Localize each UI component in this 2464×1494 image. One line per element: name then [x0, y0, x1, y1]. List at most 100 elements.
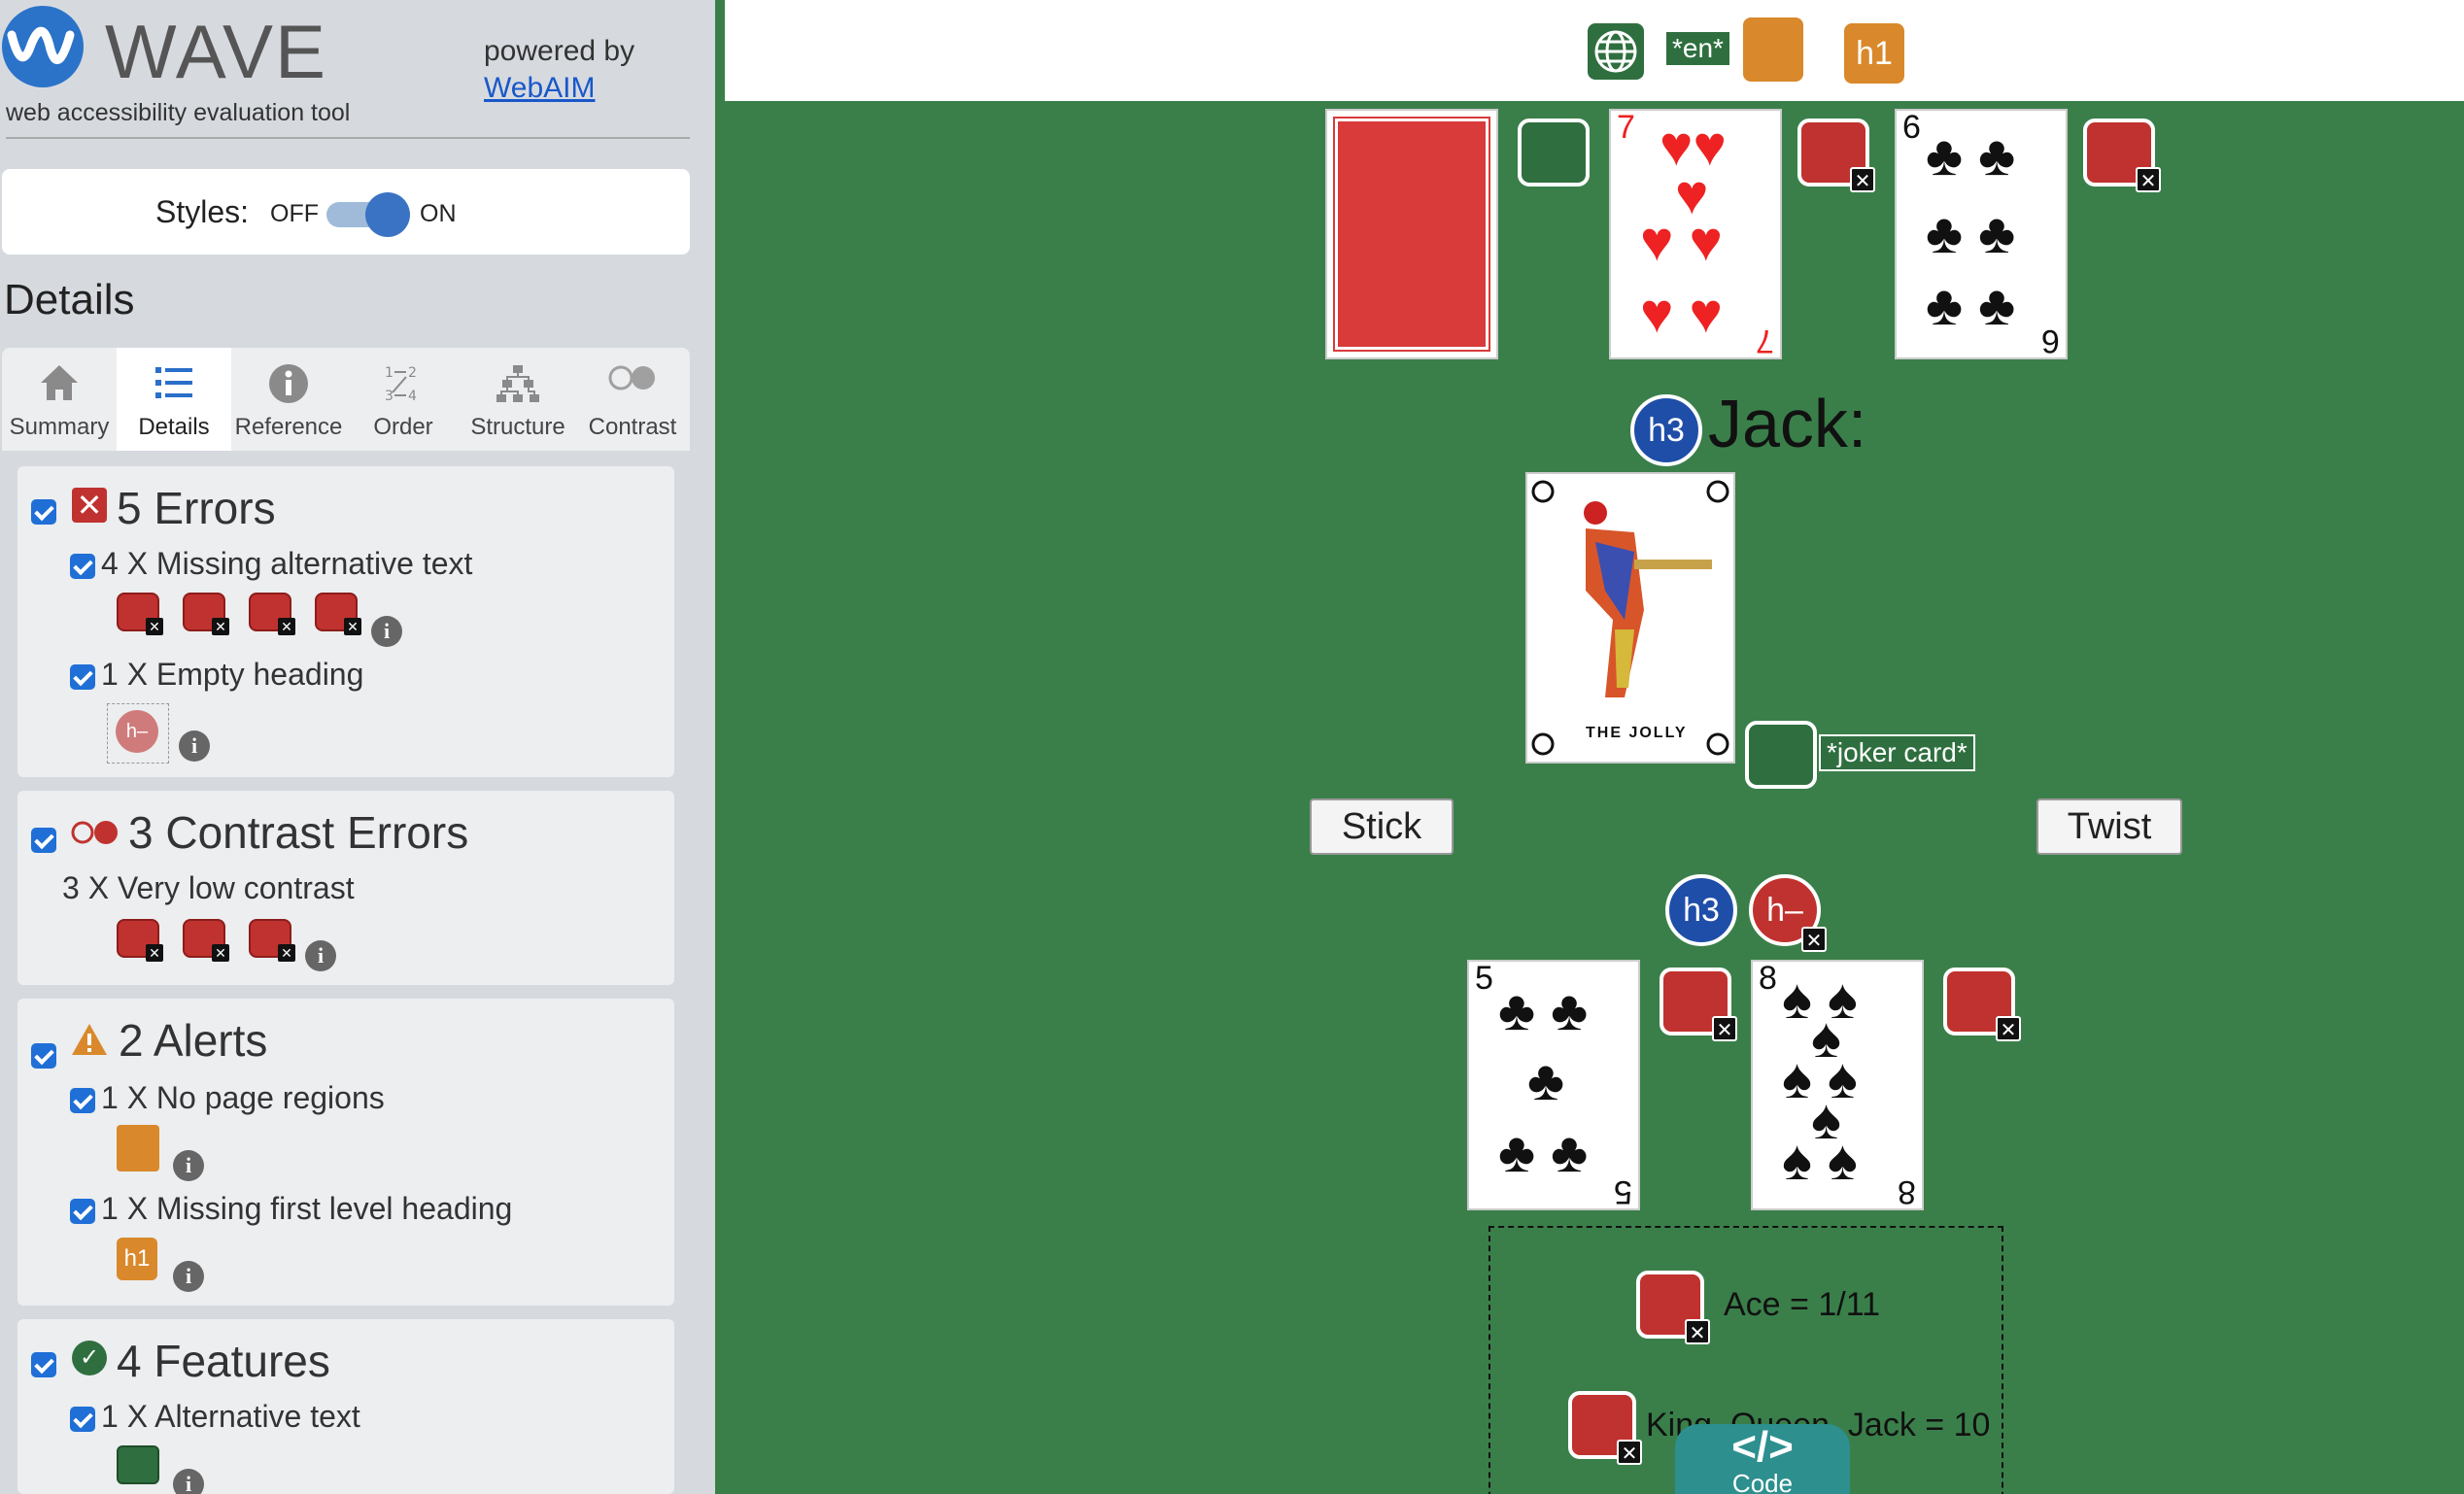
language-tag[interactable]: *en* — [1663, 29, 1732, 68]
info-icon[interactable]: i — [371, 616, 402, 647]
h3-icon[interactable]: h3 — [1630, 394, 1702, 466]
tab-reference-label: Reference — [234, 414, 343, 440]
dealer-card-1: 7 ♥♥ ♥ ♥ ♥ ♥ ♥ 7 — [1609, 109, 1782, 359]
language-globe-icon[interactable] — [1584, 19, 1648, 84]
empty-heading-icon[interactable]: h– — [107, 703, 169, 764]
twist-button[interactable]: Twist — [2036, 798, 2182, 855]
dealer-card-2: 6 ♣ ♣ ♣ ♣ ♣ ♣ 6 — [1895, 109, 2068, 359]
alt-text-icon[interactable] — [117, 1445, 159, 1484]
tab-structure[interactable]: Structure — [461, 348, 575, 451]
order-icon: 1 23 4 — [385, 365, 417, 404]
code-label: Code — [1731, 1469, 1794, 1494]
alt-text-feature-icon[interactable] — [1745, 721, 1817, 789]
tab-reference[interactable]: Reference — [231, 348, 346, 451]
card-rank: 7 — [1617, 109, 1635, 146]
empty-heading-icon[interactable]: h– ✕ — [1749, 874, 1827, 952]
feature-check-icon: ✓ — [72, 1341, 107, 1375]
contrast-checkbox[interactable] — [31, 828, 56, 853]
no-regions-checkbox[interactable] — [70, 1088, 95, 1113]
webaim-link[interactable]: WebAIM — [484, 72, 595, 104]
dealer-heading: Jack: — [1708, 386, 1867, 461]
errors-checkbox[interactable] — [31, 499, 56, 525]
missing-h1-item[interactable]: 1 X Missing first level heading — [101, 1191, 512, 1227]
alt-text-feature-icon[interactable] — [1518, 119, 1590, 187]
tab-details-label: Details — [138, 414, 210, 440]
error-x-icon: ✕ — [72, 488, 107, 523]
wave-subtitle: web accessibility evaluation tool — [6, 99, 351, 126]
alt-text-checkbox[interactable] — [70, 1407, 95, 1432]
alt-text-item[interactable]: 1 X Alternative text — [101, 1399, 360, 1435]
joker-alt-tag[interactable]: *joker card* — [1819, 734, 1975, 771]
missing-alt-icon[interactable]: ✕ — [315, 593, 361, 635]
tab-contrast-label: Contrast — [588, 414, 677, 440]
tab-summary-label: Summary — [9, 414, 110, 440]
info-icon[interactable]: i — [173, 1469, 204, 1494]
missing-h1-icon[interactable]: h1 — [1840, 19, 1908, 87]
list-icon — [155, 367, 192, 398]
contrast-title: 3 Contrast Errors — [128, 807, 469, 858]
styles-toggle-box: Styles: OFF ON — [2, 169, 690, 255]
empty-heading-checkbox[interactable] — [70, 664, 95, 690]
low-contrast-icon[interactable]: ✕ — [1568, 1391, 1642, 1465]
wave-logo-icon — [2, 6, 84, 87]
features-title: 4 Features — [117, 1336, 330, 1386]
missing-alt-icon[interactable]: ✕ — [1660, 968, 1737, 1041]
missing-alt-icon[interactable]: ✕ — [1797, 119, 1875, 192]
tab-summary[interactable]: Summary — [2, 348, 117, 451]
missing-alt-icon[interactable]: ✕ — [1943, 968, 2021, 1041]
code-toggle-button[interactable]: </> Code — [1675, 1424, 1850, 1494]
low-contrast-icon[interactable]: ✕ — [249, 919, 295, 962]
details-heading: Details — [4, 276, 135, 323]
alerts-checkbox[interactable] — [31, 1043, 56, 1069]
structure-icon — [496, 365, 539, 402]
alerts-panel: 2 Alerts 1 X No page regions i 1 X Missi… — [17, 999, 674, 1306]
low-contrast-item[interactable]: 3 X Very low contrast — [62, 870, 355, 906]
info-icon[interactable]: i — [179, 730, 210, 762]
info-icon[interactable]: i — [173, 1150, 204, 1181]
missing-alt-icon[interactable]: ✕ — [2083, 119, 2161, 192]
powered-by-text: powered by — [484, 35, 635, 67]
card-rank: 8 — [1759, 960, 1777, 997]
divider — [6, 137, 690, 139]
low-contrast-icon[interactable]: ✕ — [1636, 1271, 1710, 1344]
tab-contrast[interactable]: Contrast — [575, 348, 690, 451]
info-icon[interactable]: i — [173, 1261, 204, 1292]
svg-text:4: 4 — [408, 389, 417, 404]
styles-toggle[interactable] — [326, 192, 410, 237]
features-checkbox[interactable] — [31, 1352, 56, 1377]
tab-structure-label: Structure — [470, 414, 565, 440]
info-icon[interactable]: i — [305, 940, 336, 971]
toggle-knob[interactable] — [365, 192, 410, 237]
empty-heading-item[interactable]: 1 X Empty heading — [101, 657, 363, 693]
missing-h1-icon[interactable]: h1 — [117, 1238, 157, 1280]
sidebar-divider[interactable] — [715, 0, 725, 1494]
low-contrast-icon[interactable]: ✕ — [117, 919, 163, 962]
joker-illustration-icon — [1531, 480, 1729, 756]
joker-caption: THE JOLLY — [1586, 725, 1688, 741]
card-rank: 8 — [1898, 1173, 1916, 1210]
missing-alt-icon[interactable]: ✕ — [183, 593, 229, 635]
tab-details[interactable]: Details — [117, 348, 231, 451]
no-regions-item[interactable]: 1 X No page regions — [101, 1080, 385, 1116]
svg-text:3: 3 — [385, 389, 394, 404]
styles-label: Styles: — [155, 194, 250, 229]
features-panel: ✓ 4 Features 1 X Alternative text i — [17, 1319, 674, 1494]
contrast-panel: 3 Contrast Errors 3 X Very low contrast … — [17, 791, 674, 985]
tab-order[interactable]: 1234 Order — [346, 348, 461, 451]
low-contrast-icon[interactable]: ✕ — [183, 919, 229, 962]
svg-text:2: 2 — [408, 365, 417, 381]
missing-h1-checkbox[interactable] — [70, 1199, 95, 1224]
no-regions-icon[interactable] — [117, 1125, 159, 1171]
card-rank: 5 — [1614, 1173, 1632, 1210]
errors-panel: ✕ 5 Errors 4 X Missing alternative text … — [17, 466, 674, 777]
missing-alt-icon[interactable]: ✕ — [249, 593, 295, 635]
tab-bar: Summary Details Reference 1234 Order Str… — [2, 348, 690, 451]
stick-button[interactable]: Stick — [1310, 798, 1454, 855]
contrast-icon — [608, 365, 655, 390]
missing-alt-item[interactable]: 4 X Missing alternative text — [101, 546, 472, 582]
no-regions-icon[interactable] — [1739, 14, 1807, 85]
h3-icon[interactable]: h3 — [1665, 874, 1737, 946]
wave-title: WAVE — [105, 9, 328, 94]
missing-alt-checkbox[interactable] — [70, 554, 95, 579]
missing-alt-icon[interactable]: ✕ — [117, 593, 163, 635]
